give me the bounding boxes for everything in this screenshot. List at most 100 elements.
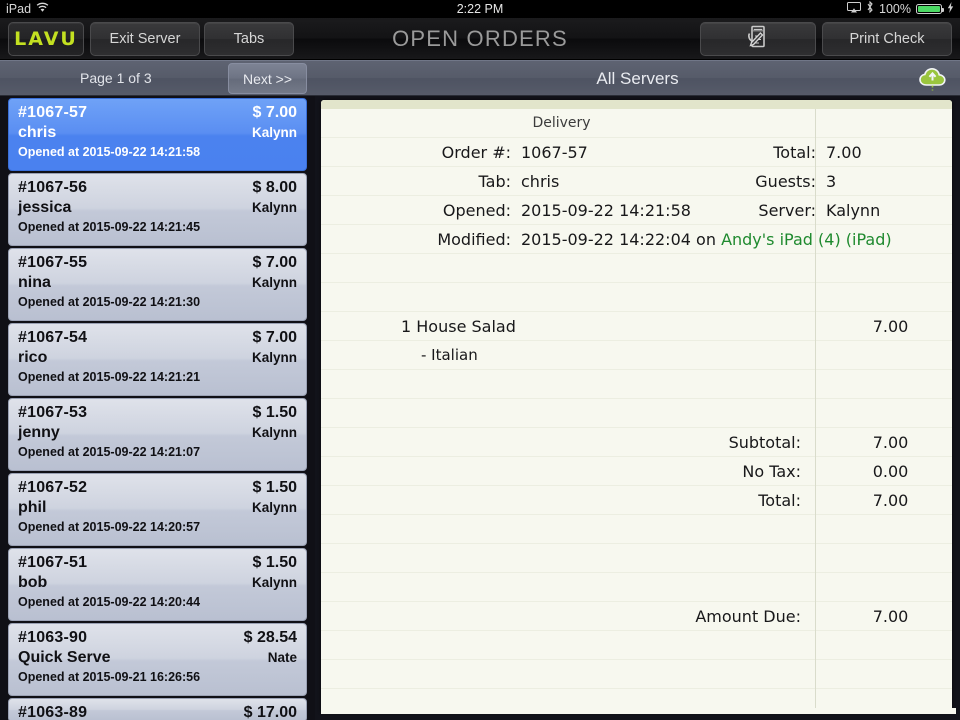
receipt-item-row: 1 House Salad7.00 bbox=[321, 312, 952, 341]
order-number: #1063-90 bbox=[18, 629, 87, 647]
order-amount: $ 8.00 bbox=[253, 179, 297, 197]
tabs-label: Tabs bbox=[234, 31, 265, 47]
order-amount: $ 7.00 bbox=[253, 254, 297, 272]
receipt-content: Delivery Order #: 1067-57 Total: 7.00 Ta… bbox=[321, 109, 952, 712]
order-server-name: Nate bbox=[268, 650, 297, 665]
cloud-sync-icon[interactable] bbox=[916, 65, 952, 93]
order-opened-time: Opened at 2015-09-22 14:21:58 bbox=[18, 145, 297, 159]
receipt-items: 1 House Salad7.00- Italian bbox=[321, 312, 952, 370]
order-opened-time: Opened at 2015-09-22 14:20:57 bbox=[18, 520, 297, 534]
order-opened-time: Opened at 2015-09-22 14:20:44 bbox=[18, 595, 297, 609]
total-label: Total: bbox=[651, 138, 816, 167]
airplay-icon bbox=[847, 0, 861, 18]
receipt-top-band bbox=[321, 100, 952, 109]
order-list-item[interactable]: #1063-89$ 17.00 bbox=[8, 698, 307, 720]
receipt-spacer-1 bbox=[321, 254, 952, 283]
exit-server-button[interactable]: Exit Server bbox=[90, 22, 200, 56]
page-indicator: Page 1 of 3 bbox=[80, 61, 152, 96]
modified-value: 2015-09-22 14:22:04 bbox=[521, 230, 691, 249]
tabs-button[interactable]: Tabs bbox=[204, 22, 294, 56]
order-opened-time: Opened at 2015-09-21 16:26:56 bbox=[18, 670, 297, 684]
receipt-perforated-edge bbox=[315, 706, 960, 720]
order-tab-name: rico bbox=[18, 349, 47, 367]
order-list-item[interactable]: #1067-57 $ 7.00 chris Kalynn Opened at 2015-… bbox=[8, 98, 307, 171]
order-server-name: Kalynn bbox=[252, 200, 297, 215]
order-list-item[interactable]: #1067-52 $ 1.50 phil Kalynn Opened at 2015-0… bbox=[8, 473, 307, 546]
receipt-total-label: Total: bbox=[321, 486, 801, 515]
print-receipt-button[interactable] bbox=[700, 22, 816, 56]
receipt-item-modifier: - Italian bbox=[421, 341, 478, 370]
order-opened-time: Opened at 2015-09-22 14:21:07 bbox=[18, 445, 297, 459]
order-list-item[interactable]: #1067-55$ 7.00ninaKalynnOpened at 2015-0… bbox=[8, 248, 307, 321]
order-number: #1067-53 bbox=[18, 404, 87, 422]
order-server-name: Kalynn bbox=[252, 575, 297, 590]
order-server-name: Kalynn bbox=[252, 275, 297, 290]
server-filter-label[interactable]: All Servers bbox=[315, 61, 960, 96]
open-orders-list[interactable]: #1067-57 $ 7.00 chris Kalynn Opened at 2015-… bbox=[0, 96, 315, 720]
app-root: iPad 2:22 PM 100% bbox=[0, 0, 960, 720]
receipt-total-row: No Tax:0.00 bbox=[321, 457, 952, 486]
order-amount: $ 7.00 bbox=[253, 104, 297, 122]
receipt-spacer-6 bbox=[321, 544, 952, 573]
order-number-label: Order #: bbox=[321, 138, 511, 167]
order-tab-name: nina bbox=[18, 274, 51, 292]
order-server-name: Kalynn bbox=[252, 425, 297, 440]
order-amount: $ 1.50 bbox=[253, 479, 297, 497]
opened-label: Opened: bbox=[321, 196, 511, 225]
order-number: #1067-56 bbox=[18, 179, 87, 197]
pagination-region: Page 1 of 3 Next >> bbox=[0, 61, 315, 96]
order-tab-name: jenny bbox=[18, 424, 60, 442]
ios-status-bar: iPad 2:22 PM 100% bbox=[0, 0, 960, 18]
order-number: #1067-55 bbox=[18, 254, 87, 272]
receipt-panel: Delivery Order #: 1067-57 Total: 7.00 Ta… bbox=[315, 96, 960, 720]
order-type-label: Delivery bbox=[321, 109, 952, 138]
receipt-total-row: Total: 7.00 bbox=[321, 486, 952, 515]
on-label: on bbox=[696, 230, 716, 249]
tab-value: chris bbox=[521, 167, 559, 196]
receipt-total-value: 7.00 bbox=[815, 486, 952, 515]
order-number: #1067-51 bbox=[18, 554, 87, 572]
receipt-spacer-3 bbox=[321, 370, 952, 399]
receipt-total-label: No Tax: bbox=[321, 457, 801, 486]
lavu-logo-button[interactable]: LAVU bbox=[8, 22, 84, 56]
receipt-total-row: Subtotal:7.00 bbox=[321, 428, 952, 457]
receipt-totals: Subtotal:7.00No Tax:0.00Total: 7.00 bbox=[321, 428, 952, 515]
receipt-item-modifier-row: - Italian bbox=[321, 341, 952, 370]
order-tab-name: jessica bbox=[18, 199, 71, 217]
order-number: #1067-52 bbox=[18, 479, 87, 497]
battery-percent: 100% bbox=[879, 0, 911, 18]
next-page-button[interactable]: Next >> bbox=[228, 63, 307, 94]
meta-row-modified: Modified: 2015-09-22 14:22:04 on Andy's … bbox=[321, 225, 952, 254]
order-list-item[interactable]: #1067-53 $ 1.50 jenny Kalynn Opened at 2015-… bbox=[8, 398, 307, 471]
order-amount: $ 17.00 bbox=[244, 704, 297, 720]
status-bar-right: 100% bbox=[847, 0, 954, 18]
order-number: #1067-54 bbox=[18, 329, 87, 347]
order-number: #1067-57 bbox=[18, 104, 87, 122]
order-tab-name: chris bbox=[18, 124, 56, 142]
receipt-item-name: 1 House Salad bbox=[401, 312, 516, 341]
order-server-name: Kalynn bbox=[252, 500, 297, 515]
lavu-logo-text: LAVU bbox=[14, 28, 78, 50]
order-tab-name: phil bbox=[18, 499, 46, 517]
bluetooth-icon bbox=[866, 0, 874, 18]
device-value: Andy's iPad (4) (iPad) bbox=[721, 230, 892, 249]
amount-due-value: 7.00 bbox=[815, 602, 952, 631]
amount-due-label: Amount Due: bbox=[321, 602, 801, 631]
order-list-item[interactable]: #1063-90$ 28.54Quick ServeNateOpened at … bbox=[8, 623, 307, 696]
lightning-bolt-icon bbox=[947, 0, 954, 18]
amount-due-row: Amount Due: 7.00 bbox=[321, 602, 952, 631]
print-check-button[interactable]: Print Check bbox=[822, 22, 952, 56]
order-list-item[interactable]: #1067-54$ 7.00ricoKalynnOpened at 2015-0… bbox=[8, 323, 307, 396]
order-amount: $ 1.50 bbox=[253, 404, 297, 422]
battery-icon bbox=[916, 4, 942, 14]
order-list-item[interactable]: #1067-51$ 1.50bobKalynnOpened at 2015-09… bbox=[8, 548, 307, 621]
tab-label: Tab: bbox=[321, 167, 511, 196]
receipt-total-label: Subtotal: bbox=[321, 428, 801, 457]
perforation-tooth bbox=[951, 708, 956, 720]
order-list-item[interactable]: #1067-56$ 8.00jessicaKalynnOpened at 201… bbox=[8, 173, 307, 246]
exit-server-label: Exit Server bbox=[110, 31, 181, 47]
next-page-label: Next >> bbox=[243, 71, 292, 87]
meta-row-tab: Tab: chris Guests: 3 bbox=[321, 167, 952, 196]
order-server-name: Kalynn bbox=[252, 125, 297, 140]
total-value: 7.00 bbox=[826, 138, 862, 167]
